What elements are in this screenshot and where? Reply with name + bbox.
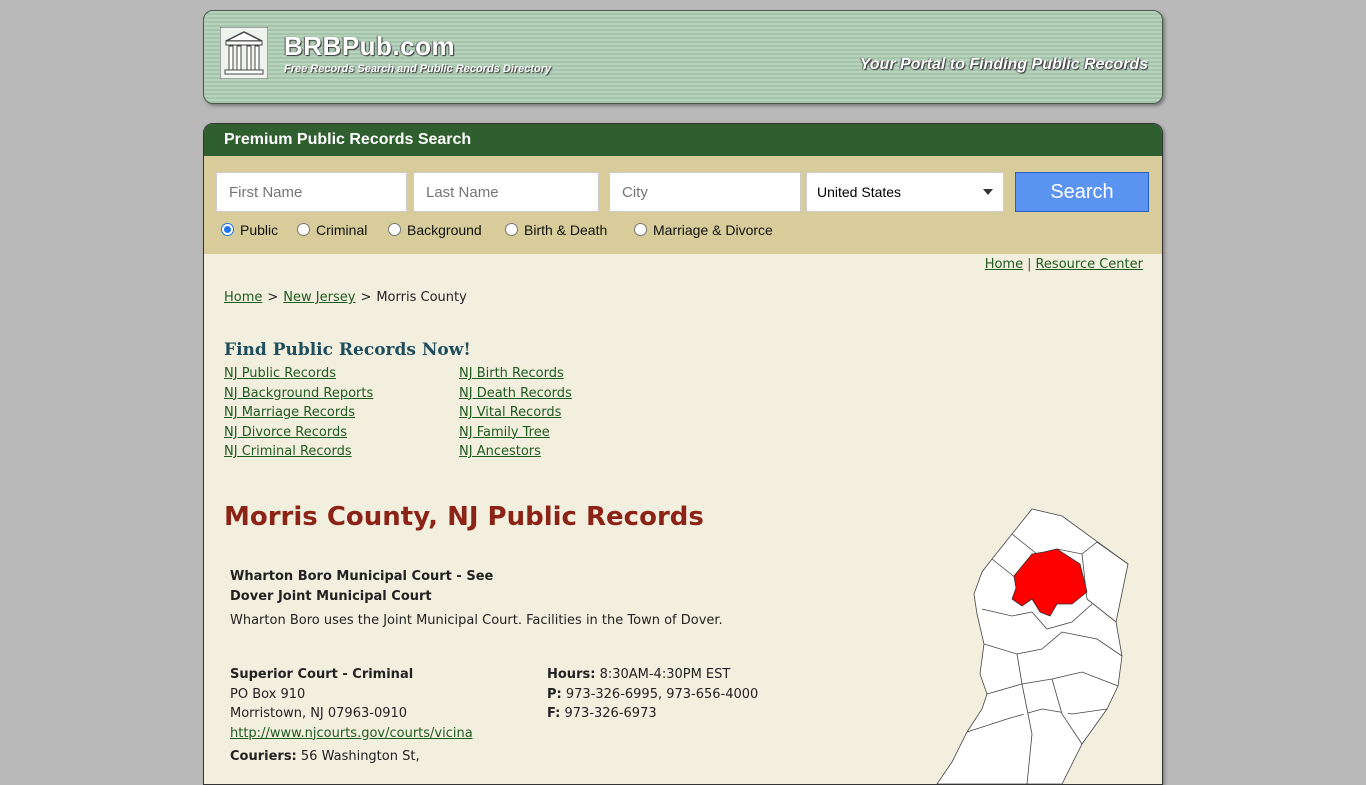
radio-background[interactable]: Background [388, 222, 482, 238]
court-address: Morristown, NJ 07963-0910 [230, 706, 408, 721]
records-links-right: NJ Birth Records NJ Death Records NJ Vit… [459, 364, 572, 462]
page-title: Morris County, NJ Public Records [224, 502, 704, 532]
search-button[interactable]: Search [1015, 172, 1149, 212]
list-item-link[interactable]: NJ Background Reports [224, 384, 373, 404]
court-phone: P: 973-326-6995, 973-656-4000 [547, 686, 759, 702]
breadcrumb: Home > New Jersey > Morris County [224, 290, 467, 305]
list-item-link[interactable]: NJ Divorce Records [224, 423, 373, 443]
site-name[interactable]: BRBPub.com [284, 31, 455, 62]
court-couriers: Couriers: 56 Washington St, [230, 749, 420, 764]
court-entry-wharton: Wharton Boro Municipal Court - See Dover… [230, 567, 723, 631]
radio-dot[interactable] [388, 223, 401, 236]
court-description: Wharton Boro uses the Joint Municipal Co… [230, 613, 723, 628]
resource-center-link[interactable]: Resource Center [1035, 257, 1143, 272]
city-input[interactable] [609, 172, 801, 212]
court-name: Dover Joint Municipal Court [230, 588, 432, 604]
site-tagline: Free Records Search and Public Records D… [284, 63, 552, 75]
breadcrumb-home[interactable]: Home [224, 290, 262, 305]
radio-criminal[interactable]: Criminal [297, 222, 367, 238]
list-item-link[interactable]: NJ Ancestors [459, 442, 572, 462]
search-form: United States Search Public Criminal Bac… [204, 156, 1162, 254]
list-item-link[interactable]: NJ Criminal Records [224, 442, 373, 462]
court-name: Superior Court - Criminal [230, 667, 414, 682]
last-name-input[interactable] [413, 172, 599, 212]
radio-dot[interactable] [221, 223, 234, 236]
portal-slogan: Your Portal to Finding Public Records [859, 56, 1148, 73]
radio-dot[interactable] [634, 223, 647, 236]
list-item-link[interactable]: NJ Vital Records [459, 403, 572, 423]
court-hours: Hours: 8:30AM-4:30PM EST [547, 667, 731, 682]
first-name-input[interactable] [216, 172, 407, 212]
find-records-heading: Find Public Records Now! [224, 340, 471, 360]
records-links-left: NJ Public Records NJ Background Reports … [224, 364, 373, 462]
court-entry-superior: Superior Court - Criminal PO Box 910 Mor… [230, 665, 473, 767]
main-panel: Premium Public Records Search United Sta… [203, 123, 1163, 785]
list-item-link[interactable]: NJ Public Records [224, 364, 373, 384]
breadcrumb-current: Morris County [376, 290, 467, 305]
radio-dot[interactable] [505, 223, 518, 236]
country-select-value: United States [817, 184, 902, 200]
search-heading: Premium Public Records Search [204, 124, 1162, 156]
home-link[interactable]: Home [985, 257, 1023, 272]
radio-birth-death[interactable]: Birth & Death [505, 222, 607, 238]
list-item-link[interactable]: NJ Marriage Records [224, 403, 373, 423]
list-item-link[interactable]: NJ Death Records [459, 384, 572, 404]
breadcrumb-new-jersey[interactable]: New Jersey [283, 290, 355, 305]
court-website-link[interactable]: http://www.njcourts.gov/courts/vicina [230, 726, 473, 741]
list-item-link[interactable]: NJ Family Tree [459, 423, 572, 443]
nj-county-map [936, 508, 1129, 784]
site-header: BRBPub.com Free Records Search and Publi… [203, 10, 1163, 104]
top-nav-links: Home | Resource Center [984, 257, 1143, 272]
chevron-down-icon [983, 189, 993, 195]
court-address: PO Box 910 [230, 686, 306, 702]
country-select[interactable]: United States [806, 172, 1004, 212]
radio-dot[interactable] [297, 223, 310, 236]
list-item-link[interactable]: NJ Birth Records [459, 364, 572, 384]
courthouse-logo-icon[interactable] [220, 27, 268, 79]
radio-public[interactable]: Public [221, 222, 278, 238]
court-name: Wharton Boro Municipal Court - See [230, 569, 494, 584]
court-fax: F: 973-326-6973 [547, 706, 657, 721]
court-contact-info: Hours: 8:30AM-4:30PM EST P: 973-326-6995… [547, 665, 758, 724]
radio-marriage-divorce[interactable]: Marriage & Divorce [634, 222, 773, 238]
